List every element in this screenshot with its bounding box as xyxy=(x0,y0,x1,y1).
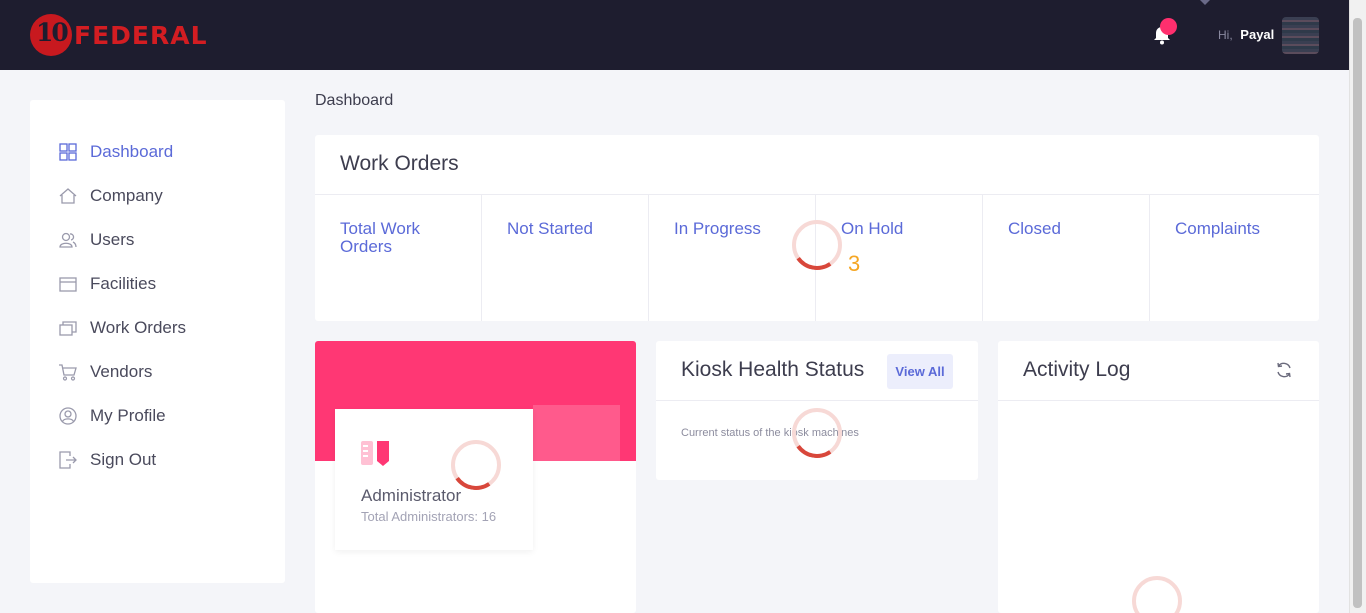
breadcrumb: Dashboard xyxy=(315,92,394,109)
activity-title: Activity Log xyxy=(1023,358,1131,381)
home-icon xyxy=(59,188,77,204)
divider xyxy=(998,400,1319,401)
kiosk-title: Kiosk Health Status xyxy=(681,358,865,381)
loading-spinner-icon xyxy=(792,220,842,270)
logo-number: 10 xyxy=(36,18,69,47)
user-name: Payal xyxy=(1240,27,1275,42)
stat-label: Total Work Orders xyxy=(340,219,420,256)
divider xyxy=(656,400,978,401)
cart-icon xyxy=(59,364,77,381)
work-orders-title: Work Orders xyxy=(340,152,459,175)
sidebar-item-facilities[interactable]: Facilities xyxy=(58,272,156,296)
sidebar-item-dashboard[interactable]: Dashboard xyxy=(58,140,173,164)
sidebar-item-label: Vendors xyxy=(90,362,153,381)
user-greeting[interactable]: Hi, Payal xyxy=(1218,27,1274,42)
top-header: 10 FEDERAL xyxy=(0,0,1349,70)
stat-complaints[interactable]: Complaints xyxy=(1150,195,1319,321)
refresh-icon[interactable] xyxy=(1275,361,1293,379)
loading-spinner-icon xyxy=(792,408,842,458)
stat-label: Complaints xyxy=(1175,219,1261,238)
stat-in-progress[interactable]: In Progress xyxy=(649,195,816,321)
admin-title: Administrator xyxy=(361,486,462,505)
dashboard-icon xyxy=(59,143,77,161)
administrator-tile[interactable]: Administrator Total Administrators: 16 xyxy=(335,409,533,550)
admin-count: Total Administrators: 16 xyxy=(361,509,497,524)
scrollbar-thumb[interactable] xyxy=(1353,18,1362,608)
sidebar-item-label: My Profile xyxy=(90,406,166,425)
admin-banner-accent xyxy=(533,405,620,461)
stat-not-started[interactable]: Not Started xyxy=(482,195,649,321)
chevron-down-icon xyxy=(1200,0,1210,5)
avatar[interactable] xyxy=(1282,17,1319,54)
stat-label: Not Started xyxy=(507,219,593,238)
stat-label: In Progress xyxy=(674,219,761,238)
logo-text: FEDERAL xyxy=(74,20,208,50)
notification-badge xyxy=(1160,18,1177,35)
sidebar-item-company[interactable]: Company xyxy=(58,184,163,208)
sidebar-item-label: Work Orders xyxy=(90,318,187,337)
admin-badge-icon xyxy=(361,441,389,466)
stat-on-hold[interactable]: On Hold 3 xyxy=(816,195,983,321)
view-all-button[interactable]: View All xyxy=(887,354,953,389)
loading-spinner-icon xyxy=(451,440,501,490)
sidebar-item-work-orders[interactable]: Work Orders xyxy=(58,316,186,340)
users-icon xyxy=(59,232,77,248)
sidebar-item-sign-out[interactable]: Sign Out xyxy=(58,448,156,472)
stat-closed[interactable]: Closed xyxy=(983,195,1150,321)
stat-label: On Hold xyxy=(841,219,904,238)
sidebar-item-vendors[interactable]: Vendors xyxy=(58,360,152,384)
stat-value: 3 xyxy=(848,251,861,276)
sidebar: Dashboard Company Users Facilities Work … xyxy=(30,100,285,583)
facilities-icon xyxy=(59,277,77,292)
stat-total-work-orders[interactable]: Total Work Orders xyxy=(315,195,482,321)
sidebar-item-label: Dashboard xyxy=(90,142,174,161)
sidebar-item-users[interactable]: Users xyxy=(58,228,134,252)
loading-spinner-icon xyxy=(1132,576,1182,613)
stat-label: Closed xyxy=(1008,219,1061,238)
sidebar-item-label: Users xyxy=(90,230,135,249)
logo-badge: 10 xyxy=(30,14,72,56)
greeting-prefix: Hi, xyxy=(1218,28,1233,42)
sign-out-icon xyxy=(59,451,77,469)
profile-icon xyxy=(59,407,77,425)
brand-logo[interactable]: 10 FEDERAL xyxy=(30,14,208,56)
sidebar-item-my-profile[interactable]: My Profile xyxy=(58,404,166,428)
sidebar-item-label: Facilities xyxy=(90,274,157,293)
sidebar-item-label: Company xyxy=(90,186,163,205)
work-orders-icon xyxy=(59,321,77,336)
activity-log-card: Activity Log xyxy=(998,341,1319,613)
sidebar-item-label: Sign Out xyxy=(90,450,157,469)
